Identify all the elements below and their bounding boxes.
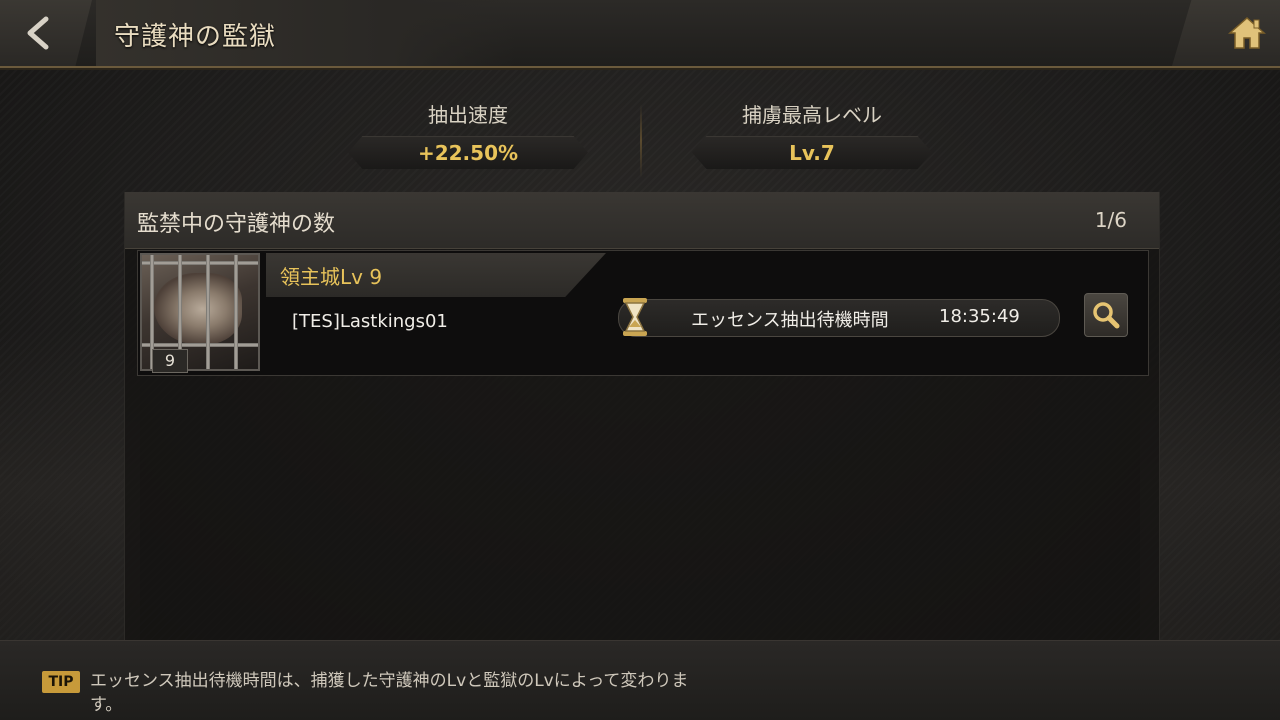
tip-text: エッセンス抽出待機時間は、捕獲した守護神のLvと監獄のLvによって変わります。: [90, 671, 689, 715]
home-icon: [1228, 16, 1266, 49]
panel-title: 監禁中の守護神の数: [137, 212, 336, 237]
extraction-timer: エッセンス抽出待機時間 18:35:49: [618, 298, 1060, 337]
owner-name: [TES]Lastkings01: [292, 311, 448, 332]
home-button[interactable]: [1172, 0, 1280, 66]
cage-bar-top: [142, 261, 258, 265]
cage-bar: [234, 255, 238, 369]
capture-max-level-value: Lv.7: [692, 136, 932, 169]
page-title: 守護神の監獄: [114, 22, 277, 52]
timer-value: 18:35:49: [939, 306, 1020, 327]
capture-max-level-stat: 捕虜最高レベル Lv.7: [692, 100, 932, 169]
prisoner-panel: 監禁中の守護神の数 1/6 9 領主城Lv 9 [TES]Lastkings01: [124, 192, 1160, 642]
timer-label: エッセンス抽出待機時間: [691, 310, 889, 331]
guardian-portrait: [154, 273, 242, 345]
extract-speed-label: 抽出速度: [428, 103, 508, 127]
guardian-avatar[interactable]: 9: [140, 253, 260, 373]
back-arrow-icon: [27, 16, 49, 50]
prisoner-row[interactable]: 9 領主城Lv 9 [TES]Lastkings01 エッセンス抽出待機時間 1…: [137, 250, 1149, 376]
guardian-level-badge: 9: [152, 349, 188, 373]
castle-level: 領主城Lv 9: [280, 265, 383, 289]
tip-badge: TIP: [42, 671, 80, 693]
cage-bar-bottom: [142, 343, 258, 347]
magnifier-icon: [1093, 302, 1120, 329]
back-button[interactable]: [0, 0, 92, 66]
extract-speed-stat: 抽出速度 +22.50%: [348, 100, 588, 169]
header-bar: 守護神の監獄: [0, 0, 1280, 68]
tip-footer: TIP エッセンス抽出待機時間は、捕獲した守護神のLvと監獄のLvによって変わり…: [0, 640, 1280, 720]
stat-divider: [640, 104, 642, 178]
prison-screen: 守護神の監獄 抽出速度 +22.50% 捕虜最高レベル Lv.7 監禁中の守護神…: [0, 0, 1280, 720]
prisoner-count: 1/6: [1094, 208, 1127, 232]
inspect-button[interactable]: [1084, 293, 1128, 337]
capture-max-level-label: 捕虜最高レベル: [742, 103, 882, 127]
panel-header: 監禁中の守護神の数 1/6: [125, 192, 1159, 249]
extract-speed-value: +22.50%: [348, 136, 588, 169]
hourglass-icon: [623, 298, 647, 336]
cage-bar: [206, 255, 210, 369]
